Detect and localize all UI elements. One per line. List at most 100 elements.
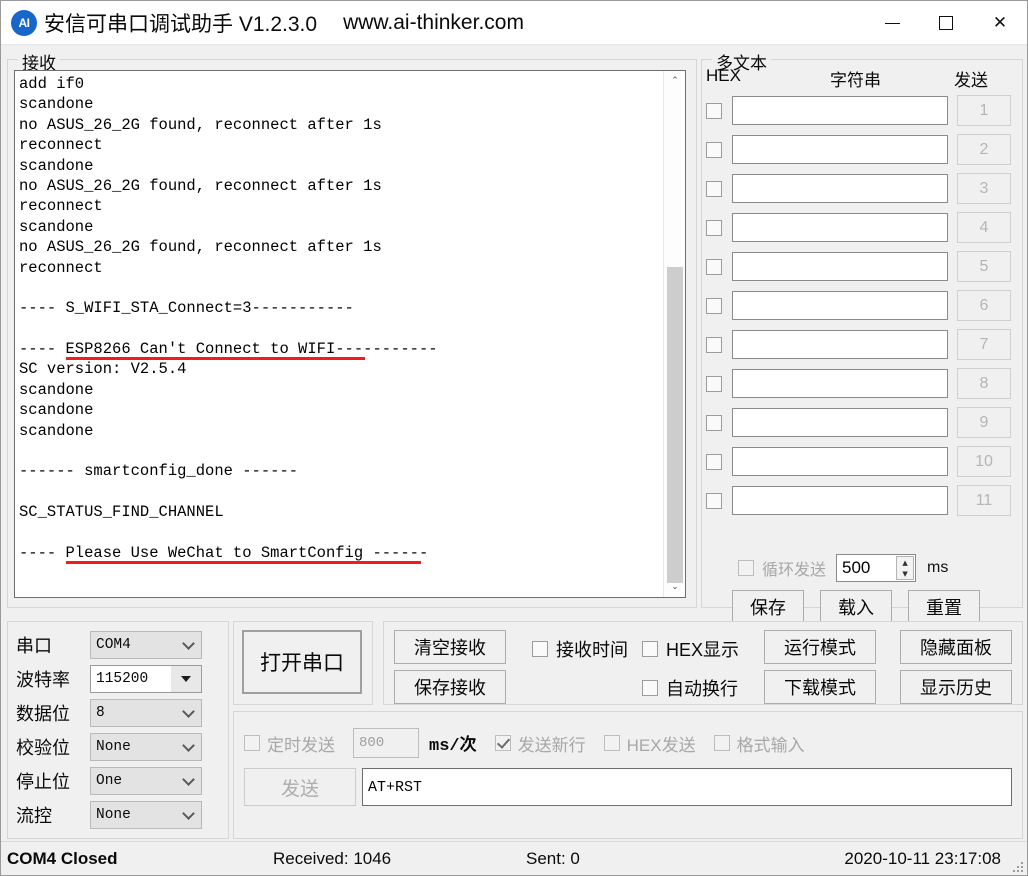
receive-time-checkbox[interactable] (532, 641, 548, 657)
scroll-down-icon[interactable]: ⌄ (664, 577, 686, 597)
run-mode-button[interactable]: 运行模式 (764, 630, 876, 664)
multitext-string-input[interactable] (732, 96, 948, 125)
multitext-hex-checkbox[interactable] (706, 141, 722, 158)
send-text-input[interactable]: AT+RST (362, 768, 1012, 806)
hide-panel-button[interactable]: 隐藏面板 (900, 630, 1012, 664)
multitext-string-input[interactable] (732, 330, 948, 359)
format-input-checkbox[interactable] (713, 735, 730, 751)
hex-display-checkbox[interactable] (642, 641, 658, 657)
receive-log-line: scandone (19, 217, 94, 236)
receive-log-line: SC_STATUS_FIND_CHANNEL (19, 503, 224, 522)
multitext-hex-checkbox[interactable] (706, 102, 722, 119)
serial-setting-dropdown[interactable]: 115200 (90, 664, 202, 693)
timed-send-checkbox[interactable] (244, 735, 260, 751)
window-title: 安信可串口调试助手 V1.2.3.0 (44, 12, 318, 36)
reset-button[interactable]: 重置 (908, 590, 980, 624)
chevron-down-icon[interactable] (182, 704, 195, 718)
multitext-string-input[interactable] (732, 291, 948, 320)
receive-log-line: no ASUS_26_2G found, reconnect after 1s (19, 115, 382, 134)
multitext-send-button[interactable]: 9 (957, 407, 1011, 438)
receive-log-line: scandone (19, 421, 94, 440)
serial-setting-row: 串口 COM4 (16, 630, 202, 659)
open-serial-port-button[interactable]: 打开串口 (242, 630, 362, 694)
multitext-send-button[interactable]: 10 (957, 446, 1011, 477)
multitext-send-button[interactable]: 2 (957, 134, 1011, 165)
chevron-down-icon[interactable] (182, 738, 195, 752)
multitext-string-input[interactable] (732, 408, 948, 437)
send-interval-input[interactable]: 800 (353, 728, 419, 758)
stepper-buttons[interactable]: ▲ ▼ (896, 556, 915, 580)
load-button[interactable]: 载入 (820, 590, 892, 624)
clear-receive-button[interactable]: 清空接收 (394, 630, 506, 664)
multitext-send-button[interactable]: 8 (957, 368, 1011, 399)
hex-send-option[interactable]: HEX发送 (603, 731, 696, 756)
chevron-down-icon[interactable] (182, 806, 195, 820)
multitext-string-input[interactable] (732, 447, 948, 476)
save-receive-button[interactable]: 保存接收 (394, 670, 506, 704)
multitext-send-button[interactable]: 6 (957, 290, 1011, 321)
chevron-down-icon[interactable] (182, 772, 195, 786)
receive-log-line: scandone (19, 380, 94, 399)
minimize-button[interactable] (865, 1, 919, 45)
hex-send-checkbox[interactable] (603, 735, 620, 751)
receive-log-line: reconnect (19, 258, 103, 277)
multitext-send-button[interactable]: 5 (957, 251, 1011, 282)
multitext-hex-checkbox[interactable] (706, 219, 722, 236)
multitext-hex-checkbox[interactable] (706, 453, 722, 470)
multitext-send-button[interactable]: 3 (957, 173, 1011, 204)
save-button[interactable]: 保存 (732, 590, 804, 624)
maximize-button[interactable] (919, 1, 973, 45)
serial-setting-label: 校验位 (16, 737, 70, 758)
multitext-hex-checkbox[interactable] (706, 492, 722, 509)
multitext-send-button[interactable]: 4 (957, 212, 1011, 243)
serial-setting-dropdown[interactable]: None (90, 800, 202, 829)
multitext-string-input[interactable] (732, 486, 948, 515)
multitext-send-button[interactable]: 11 (957, 485, 1011, 516)
send-button[interactable]: 发送 (244, 768, 356, 806)
chevron-down-icon[interactable] (182, 636, 195, 650)
serial-setting-dropdown[interactable]: One (90, 766, 202, 795)
send-newline-checkbox[interactable] (494, 735, 511, 751)
auto-wrap-checkbox[interactable] (642, 680, 658, 696)
stepper-up-icon[interactable]: ▲ (897, 557, 913, 568)
resize-grip-icon[interactable] (1011, 860, 1023, 872)
serial-setting-dropdown[interactable]: 8 (90, 698, 202, 727)
multitext-string-input[interactable] (732, 174, 948, 203)
multitext-send-button[interactable]: 1 (957, 95, 1011, 126)
multitext-string-input[interactable] (732, 252, 948, 281)
serial-setting-dropdown[interactable]: None (90, 732, 202, 761)
serial-setting-dropdown[interactable]: COM4 (90, 630, 202, 659)
serial-setting-row: 数据位 8 (16, 698, 202, 727)
send-newline-option[interactable]: 发送新行 (494, 731, 586, 756)
loop-send-checkbox[interactable] (738, 560, 754, 576)
hex-display-option[interactable]: HEX显示 (642, 636, 739, 662)
auto-wrap-option[interactable]: 自动换行 (642, 675, 738, 701)
multitext-hex-checkbox[interactable] (706, 297, 722, 314)
scrollbar-thumb[interactable] (667, 267, 683, 583)
close-icon[interactable]: ✕ (973, 1, 1027, 45)
receive-time-option[interactable]: 接收时间 (532, 636, 628, 662)
loop-interval-stepper[interactable]: 500 ▲ ▼ (836, 554, 917, 582)
stepper-down-icon[interactable]: ▼ (897, 568, 913, 579)
receive-textarea[interactable]: add if0 scandone no ASUS_26_2G found, reco… (14, 70, 686, 598)
multitext-string-input[interactable] (732, 135, 948, 164)
multitext-row: 7 (706, 328, 1020, 361)
app-logo-icon: AI (11, 9, 37, 36)
timed-send-option[interactable]: 定时发送 (244, 731, 335, 756)
show-history-button[interactable]: 显示历史 (900, 670, 1012, 704)
multitext-row: 10 (706, 445, 1020, 478)
multitext-string-input[interactable] (732, 369, 948, 398)
format-input-option[interactable]: 格式输入 (713, 731, 805, 756)
multitext-hex-checkbox[interactable] (706, 336, 722, 353)
multitext-send-button[interactable]: 7 (957, 329, 1011, 360)
scroll-up-icon[interactable]: ⌃ (664, 71, 686, 91)
multitext-hex-checkbox[interactable] (706, 258, 722, 275)
multitext-hex-checkbox[interactable] (706, 180, 722, 197)
multitext-row: 2 (706, 133, 1020, 166)
receive-scrollbar[interactable]: ⌃ ⌄ (663, 71, 685, 597)
multitext-hex-checkbox[interactable] (706, 375, 722, 392)
multitext-string-input[interactable] (732, 213, 948, 242)
download-mode-button[interactable]: 下载模式 (764, 670, 876, 704)
caret-down-icon[interactable] (171, 665, 201, 692)
multitext-hex-checkbox[interactable] (706, 414, 722, 431)
